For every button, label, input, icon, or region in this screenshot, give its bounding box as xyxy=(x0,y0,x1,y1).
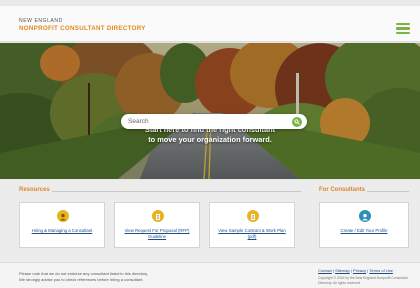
site-header: NEW ENGLAND NONPROFIT CONSULTANT DIRECTO… xyxy=(0,6,420,42)
resources-heading: Resources xyxy=(19,187,50,193)
consultants-divider xyxy=(367,191,409,192)
search-bar xyxy=(121,114,307,129)
footer-links: Contact | Sitemap | Privacy | Terms of U… xyxy=(318,268,393,273)
footer-link-sitemap[interactable]: Sitemap xyxy=(335,268,350,273)
resource-card-contract-label[interactable]: View Sample Contract & Work Plan (pdf) xyxy=(214,228,290,240)
disclaimer-text: Please note that we do not endorse any c… xyxy=(19,271,209,282)
copyright-text: Copyright © 2016 by the New England Nonp… xyxy=(318,276,408,285)
footer-link-privacy[interactable]: Privacy xyxy=(353,268,366,273)
resource-card-hiring[interactable]: Hiring & Managing a Consultant xyxy=(19,202,105,248)
search-input[interactable] xyxy=(128,116,288,127)
footer-link-terms[interactable]: Terms of Use xyxy=(369,268,393,273)
document-icon xyxy=(247,210,259,222)
hamburger-menu-icon[interactable] xyxy=(396,23,410,34)
brand-org-line[interactable]: NEW ENGLAND xyxy=(19,18,63,24)
resources-divider xyxy=(52,191,301,192)
hero-banner: Start here to find the right consultant … xyxy=(0,43,420,179)
person-icon xyxy=(57,210,69,222)
consultant-profile-card[interactable]: Create / Edit Your Profile xyxy=(319,202,409,248)
footer-link-contact[interactable]: Contact xyxy=(318,268,332,273)
page: NEW ENGLAND NONPROFIT CONSULTANT DIRECTO… xyxy=(0,0,420,288)
profile-icon xyxy=(359,210,371,222)
resource-card-contract[interactable]: View Sample Contract & Work Plan (pdf) xyxy=(209,202,295,248)
document-icon xyxy=(152,210,164,222)
resource-card-rfp[interactable]: View Request For Proposal (RFP) Guidelin… xyxy=(114,202,200,248)
resource-card-rfp-label[interactable]: View Request For Proposal (RFP) Guidelin… xyxy=(119,228,195,240)
site-footer: Please note that we do not endorse any c… xyxy=(0,262,420,288)
consultant-profile-label[interactable]: Create / Edit Your Profile xyxy=(324,228,404,234)
search-button[interactable] xyxy=(292,116,302,127)
search-icon xyxy=(294,118,300,125)
hero-tagline-line2: to move your organization forward. xyxy=(148,135,272,144)
forest-road-image xyxy=(0,43,420,179)
for-consultants-heading: For Consultants xyxy=(319,187,365,193)
disclaimer-line2: We strongly advise you to check referenc… xyxy=(19,276,144,282)
resource-card-hiring-label[interactable]: Hiring & Managing a Consultant xyxy=(24,228,100,234)
site-title-link[interactable]: NONPROFIT CONSULTANT DIRECTORY xyxy=(19,25,146,32)
